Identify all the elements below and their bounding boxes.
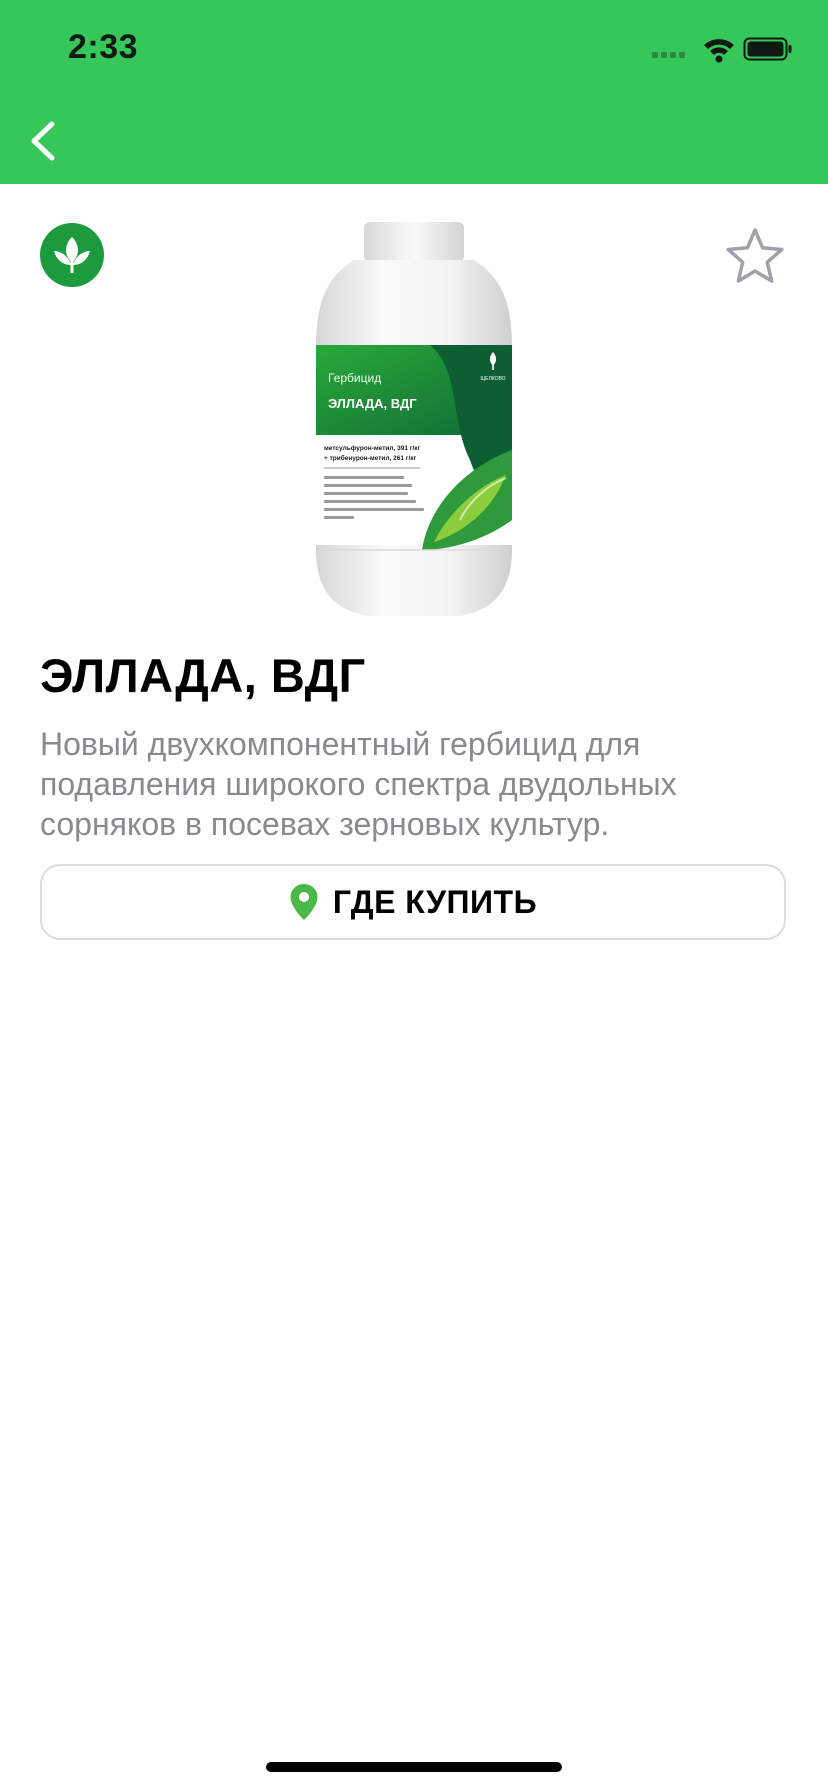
product-title: ЭЛЛАДА, ВДГ <box>40 649 366 702</box>
where-to-buy-label: ГДЕ КУПИТЬ <box>332 883 538 920</box>
package-ingredient-1: метсульфурон-метил, 391 г/кг <box>324 445 421 452</box>
product-image: Гербицид ЭЛЛАДА, ВДГ метсульфурон-метил,… <box>316 222 512 616</box>
package-ingredient-2: + трибенурон-метил, 261 г/кг <box>324 454 417 462</box>
product-description: Новый двухкомпонентный гербицид для пода… <box>40 726 677 842</box>
location-pin-icon <box>290 884 318 920</box>
home-indicator[interactable] <box>266 1762 562 1772</box>
svg-text:ЩЕЛКОВО: ЩЕЛКОВО <box>480 376 505 382</box>
leaf-logo-icon <box>40 223 104 287</box>
cellular-signal-icon <box>652 52 685 58</box>
back-button[interactable] <box>18 112 70 170</box>
battery-icon <box>743 37 792 61</box>
status-time: 2:33 <box>68 28 139 66</box>
where-to-buy-button[interactable]: ГДЕ КУПИТЬ <box>40 864 786 940</box>
status-icons <box>652 37 792 63</box>
star-outline-icon <box>726 228 784 283</box>
app-header: 2:33 <box>0 0 828 184</box>
chevron-left-icon <box>31 121 55 161</box>
wifi-icon <box>704 39 734 63</box>
package-category: Гербицид <box>328 371 381 385</box>
package-name: ЭЛЛАДА, ВДГ <box>328 396 417 411</box>
favorite-button[interactable] <box>722 224 788 290</box>
